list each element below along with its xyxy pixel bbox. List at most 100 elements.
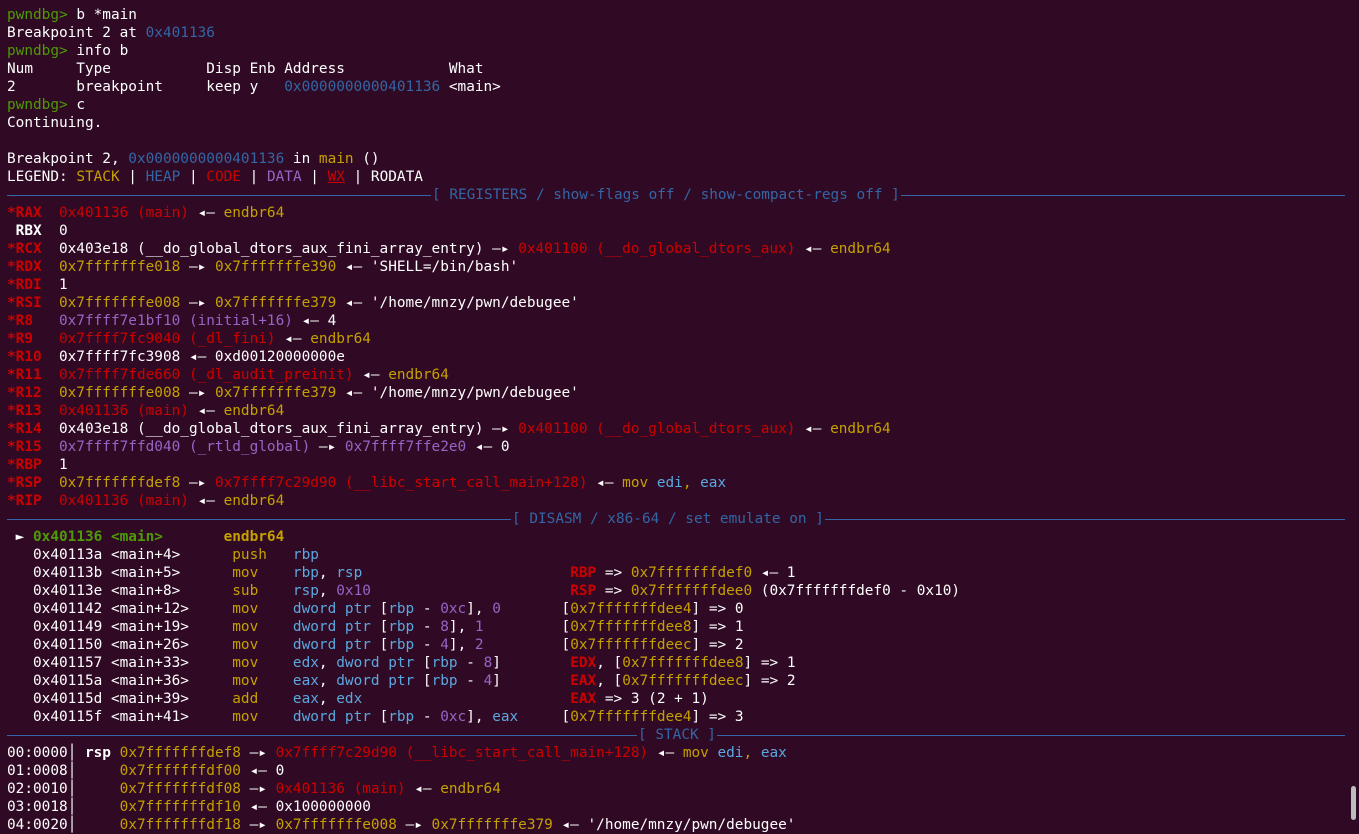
text-segment: 0x7fffffffdeec bbox=[570, 637, 692, 653]
terminal-line: *R15 0x7ffff7ffd040 (_rtld_global) —▸ 0x… bbox=[7, 438, 1345, 456]
text-segment: ◂— bbox=[795, 241, 831, 257]
text-segment: *RCX bbox=[7, 241, 59, 257]
terminal-line: Continuing. bbox=[7, 114, 1345, 132]
terminal-line: *R12 0x7fffffffe008 —▸ 0x7fffffffe379 ◂—… bbox=[7, 384, 1345, 402]
text-segment: LEGEND: bbox=[7, 169, 77, 185]
text-segment: [ bbox=[483, 637, 571, 653]
text-segment: rsp bbox=[336, 565, 363, 581]
text-segment: 0x7fffffffdef8 bbox=[119, 745, 241, 761]
text-segment: mov bbox=[232, 709, 293, 725]
text-segment: 1 bbox=[58, 457, 68, 473]
section-separator: [ REGISTERS / show-flags off / show-comp… bbox=[7, 186, 1345, 204]
section-title: [ STACK ] bbox=[637, 726, 717, 744]
text-segment: ◂— 4 bbox=[292, 313, 337, 329]
text-segment: - bbox=[414, 709, 441, 725]
text-segment: *R13 bbox=[7, 403, 59, 419]
text-segment: 0x401136 (main) bbox=[58, 205, 189, 221]
terminal-line: *RIP 0x401136 (main) ◂— endbr64 bbox=[7, 492, 1345, 510]
scrollbar-thumb[interactable] bbox=[1351, 786, 1356, 820]
text-segment: ] bbox=[492, 673, 571, 689]
text-segment: 0x7ffff7c29d90 (__libc_start_call_main+1… bbox=[214, 475, 588, 491]
text-segment: 0x7ffff7fc9040 (_dl_fini) bbox=[58, 331, 276, 347]
text-segment: , bbox=[318, 565, 337, 581]
text-segment: 0x7fffffffe390 bbox=[214, 259, 337, 275]
text-segment: 0x401136 (main) bbox=[275, 781, 406, 797]
terminal-line: 0x401150 <main+26> mov dword ptr [rbp - … bbox=[7, 636, 1345, 654]
text-segment: —▸ bbox=[180, 475, 215, 491]
terminal-line: 03:0018│ 0x7fffffffdf10 ◂— 0x100000000 bbox=[7, 798, 1345, 816]
text-segment: edi bbox=[656, 475, 683, 491]
text-segment: 8 bbox=[483, 655, 493, 671]
text-segment: —▸ bbox=[310, 439, 345, 455]
terminal-line: *R11 0x7ffff7fde660 (_dl_audit_preinit) … bbox=[7, 366, 1345, 384]
text-segment: mov bbox=[232, 565, 293, 581]
text-segment: ◂— bbox=[188, 493, 224, 509]
text-segment: 0x7fffffffe379 bbox=[214, 295, 337, 311]
text-segment: endbr64 bbox=[223, 493, 285, 509]
text-segment: , bbox=[318, 673, 337, 689]
text-segment: 0x7fffffffe379 bbox=[431, 817, 553, 833]
terminal-line: pwndbg> info b bbox=[7, 42, 1345, 60]
text-segment: *RBP bbox=[7, 457, 59, 473]
text-segment: 0x40113e <main+8> bbox=[7, 583, 233, 599]
text-segment: - bbox=[414, 601, 441, 617]
text-segment: edi bbox=[717, 745, 744, 761]
text-segment: ], bbox=[466, 709, 493, 725]
text-segment: dword ptr bbox=[336, 673, 423, 689]
terminal-line: Breakpoint 2 at 0x401136 bbox=[7, 24, 1345, 42]
text-segment: , bbox=[318, 583, 337, 599]
text-segment: DATA bbox=[266, 169, 302, 185]
text-segment: rbp bbox=[431, 655, 458, 671]
text-segment: —▸ bbox=[240, 745, 276, 761]
text-segment: 0x403e18 (__do_global_dtors_aux_fini_arr… bbox=[58, 421, 519, 437]
text-segment: ◂— 'SHELL=/bin/bash' bbox=[336, 259, 519, 275]
text-segment: ◂— 0 bbox=[240, 763, 285, 779]
text-segment: b *main bbox=[76, 7, 137, 23]
terminal-line: *RAX 0x401136 (main) ◂— endbr64 bbox=[7, 204, 1345, 222]
text-segment: 0x401100 (__do_global_dtors_aux) bbox=[518, 421, 796, 437]
text-segment: ◂— 1 bbox=[752, 565, 796, 581]
text-segment: —▸ bbox=[180, 259, 215, 275]
terminal-line: 0x40115d <main+39> add eax, edx EAX => 3… bbox=[7, 690, 1345, 708]
terminal-line: 0x401142 <main+12> mov dword ptr [rbp - … bbox=[7, 600, 1345, 618]
text-segment: rbp bbox=[431, 673, 458, 689]
text-segment: Continuing. bbox=[7, 115, 103, 131]
text-segment: ◂— bbox=[648, 745, 683, 761]
terminal-line: *R13 0x401136 (main) ◂— endbr64 bbox=[7, 402, 1345, 420]
text-segment: ◂— bbox=[795, 421, 831, 437]
terminal-output[interactable]: pwndbg> b *main Breakpoint 2 at 0x401136 p… bbox=[7, 6, 1345, 834]
text-segment: eax bbox=[492, 709, 519, 725]
text-segment: HEAP bbox=[145, 169, 181, 185]
terminal-line: Num Type Disp Enb Address What bbox=[7, 60, 1345, 78]
text-segment bbox=[111, 745, 120, 761]
text-segment: 0x40115d <main+39> bbox=[7, 691, 233, 707]
text-segment: => 3 (2 + 1) bbox=[596, 691, 709, 707]
text-segment: ◂— '/home/mnzy/pwn/debugee' bbox=[336, 295, 579, 311]
text-segment: *R9 bbox=[7, 331, 59, 347]
text-segment: eax bbox=[760, 745, 787, 761]
text-segment: ] => 1 bbox=[691, 619, 744, 635]
text-segment: mov bbox=[622, 475, 657, 491]
text-segment: dword ptr bbox=[292, 709, 380, 725]
text-segment bbox=[362, 565, 570, 581]
text-segment: 0x7ffff7c29d90 (__libc_start_call_main+1… bbox=[275, 745, 649, 761]
terminal-line: 01:0008│ 0x7fffffffdf00 ◂— 0 bbox=[7, 762, 1345, 780]
text-segment: 2 bbox=[474, 637, 484, 653]
text-segment: edx bbox=[336, 691, 363, 707]
text-segment: [ bbox=[518, 709, 571, 725]
text-segment: endbr64 bbox=[223, 529, 285, 545]
text-segment: 0x401157 <main+33> bbox=[7, 655, 233, 671]
text-segment: 0x403e18 (__do_global_dtors_aux_fini_arr… bbox=[58, 241, 519, 257]
text-segment: 02:0010│ bbox=[7, 781, 120, 797]
text-segment: —▸ bbox=[180, 385, 215, 401]
text-segment: RBX bbox=[7, 223, 59, 239]
text-segment: mov bbox=[232, 673, 293, 689]
terminal-line: RBX 0 bbox=[7, 222, 1345, 240]
terminal-line: *RCX 0x403e18 (__do_global_dtors_aux_fin… bbox=[7, 240, 1345, 258]
text-segment: RSP bbox=[570, 583, 597, 599]
text-segment: endbr64 bbox=[388, 367, 449, 383]
text-segment: ] => 2 bbox=[691, 637, 744, 653]
terminal-line: *RDI 1 bbox=[7, 276, 1345, 294]
text-segment: <main> bbox=[440, 79, 501, 95]
text-segment: [ bbox=[379, 601, 389, 617]
